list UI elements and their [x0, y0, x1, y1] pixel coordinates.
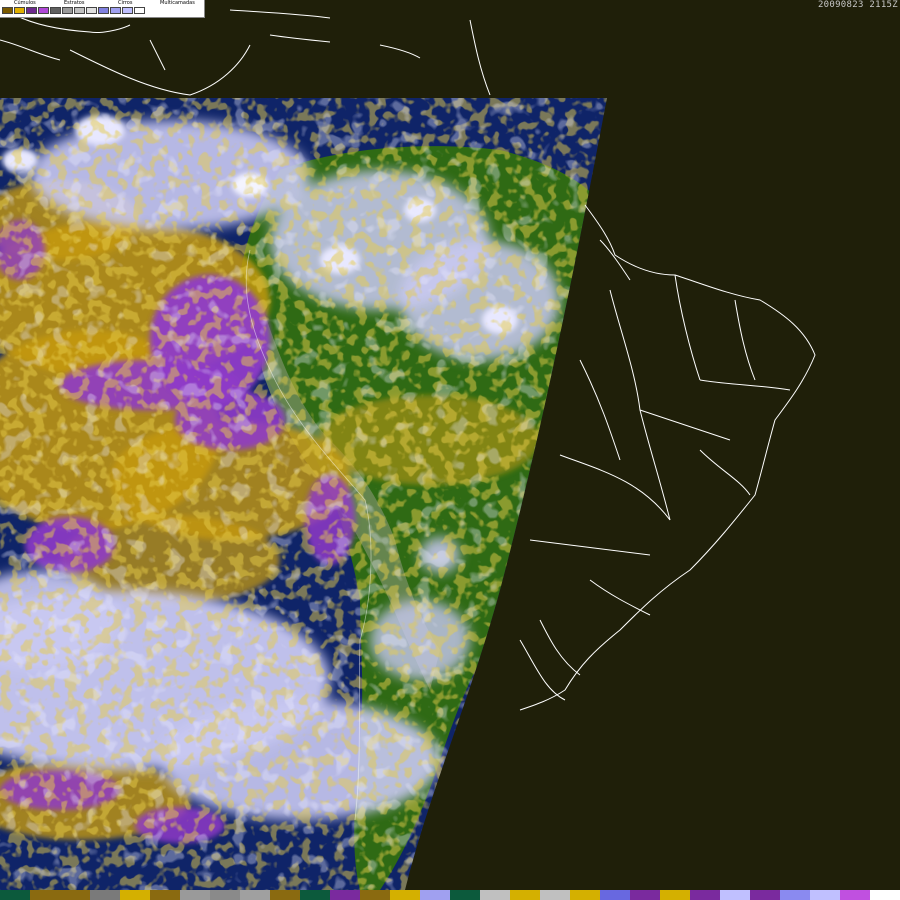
color-bar-swatch	[480, 890, 510, 900]
color-bar-swatch	[0, 890, 30, 900]
color-bar-swatch	[720, 890, 750, 900]
legend-swatch	[86, 7, 97, 14]
legend-label-cirros: Cirros	[118, 0, 133, 6]
color-bar-swatch	[150, 890, 180, 900]
legend-swatch	[110, 7, 121, 14]
legend-swatch	[50, 7, 61, 14]
legend-swatch	[14, 7, 25, 14]
bottom-color-bar	[0, 890, 900, 900]
color-bar-swatch	[180, 890, 210, 900]
color-bar-swatch	[510, 890, 540, 900]
legend-swatch	[38, 7, 49, 14]
color-bar-swatch	[390, 890, 420, 900]
color-bar-swatch	[300, 890, 330, 900]
color-bar-swatch	[330, 890, 360, 900]
color-bar-swatch	[120, 890, 150, 900]
legend-swatch	[26, 7, 37, 14]
color-bar-swatch	[600, 890, 630, 900]
satellite-map	[0, 0, 900, 890]
legend-swatch	[98, 7, 109, 14]
color-bar-swatch	[840, 890, 870, 900]
color-bar-swatch	[690, 890, 720, 900]
color-bar-swatch	[750, 890, 780, 900]
legend-label-cumulos: Cúmulos	[14, 0, 36, 6]
legend-swatch	[62, 7, 73, 14]
cloud-type-legend: Cúmulos Estratos Cirros Multicamadas	[0, 0, 205, 18]
color-bar-swatch	[570, 890, 600, 900]
color-bar-swatch	[630, 890, 660, 900]
legend-swatch	[2, 7, 13, 14]
color-bar-swatch	[210, 890, 240, 900]
color-bar-swatch	[870, 890, 900, 900]
color-bar-swatch	[30, 890, 60, 900]
color-bar-swatch	[60, 890, 90, 900]
color-bar-swatch	[270, 890, 300, 900]
color-bar-swatch	[540, 890, 570, 900]
legend-swatch	[122, 7, 133, 14]
color-bar-swatch	[810, 890, 840, 900]
color-bar-swatch	[420, 890, 450, 900]
color-bar-swatch	[660, 890, 690, 900]
color-bar-swatch	[90, 890, 120, 900]
color-bar-swatch	[450, 890, 480, 900]
color-bar-swatch	[780, 890, 810, 900]
color-bar-swatch	[240, 890, 270, 900]
legend-label-estratos: Estratos	[64, 0, 85, 6]
legend-swatch	[74, 7, 85, 14]
legend-swatch	[134, 7, 145, 14]
legend-swatches	[2, 7, 146, 14]
color-bar-swatch	[360, 890, 390, 900]
image-timestamp: 20090823 2115Z	[817, 0, 898, 10]
legend-label-multicamadas: Multicamadas	[160, 0, 195, 6]
satellite-image: Cúmulos Estratos Cirros Multicamadas 200…	[0, 0, 900, 900]
